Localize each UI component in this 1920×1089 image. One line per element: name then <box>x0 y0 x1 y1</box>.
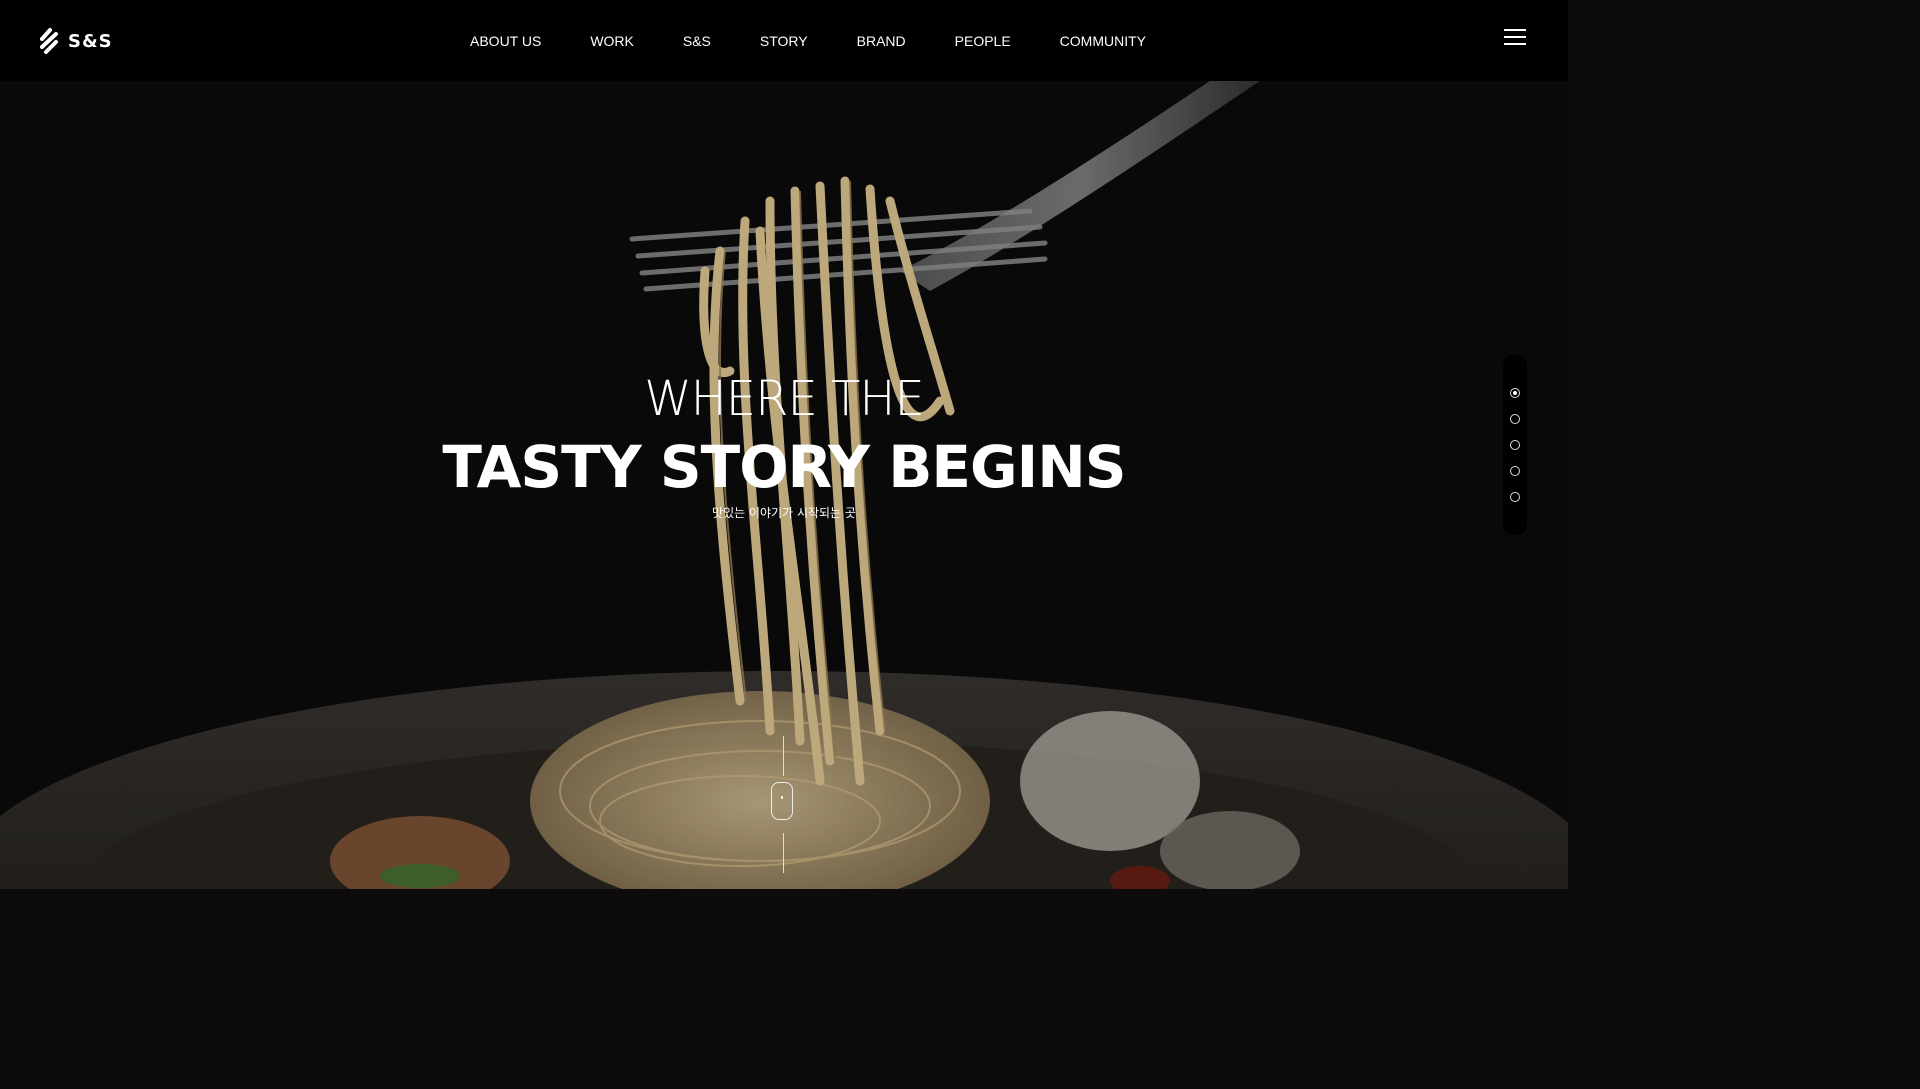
hero-title-line1: WHERE THE <box>644 371 925 427</box>
hamburger-menu-icon[interactable] <box>1504 29 1526 47</box>
scroll-line-bottom <box>783 833 784 873</box>
nav-community[interactable]: COMMUNITY <box>1060 33 1146 51</box>
section-pager <box>1503 355 1527 535</box>
main-nav: ABOUT US WORK S&S STORY BRAND PEOPLE COM… <box>470 33 1146 51</box>
logo-text: S&S <box>68 30 113 52</box>
pager-dot-3[interactable] <box>1510 440 1520 450</box>
site-header: S&S ABOUT US WORK S&S STORY BRAND PEOPLE… <box>0 0 1568 81</box>
nav-people[interactable]: PEOPLE <box>955 33 1011 51</box>
mouse-scroll-icon[interactable] <box>771 782 793 820</box>
scroll-line-top <box>783 736 784 776</box>
site-logo[interactable]: S&S <box>40 28 113 54</box>
hero-subtitle: 맛있는 이야기가 시작되는 곳 <box>712 506 856 520</box>
nav-s-and-s[interactable]: S&S <box>683 33 711 51</box>
nav-about-us[interactable]: ABOUT US <box>470 33 541 51</box>
nav-brand[interactable]: BRAND <box>857 33 906 51</box>
nav-story[interactable]: STORY <box>760 33 808 51</box>
hero-title-line2: TASTY STORY BEGINS <box>442 433 1126 501</box>
nav-work[interactable]: WORK <box>590 33 634 51</box>
pager-dot-5[interactable] <box>1510 492 1520 502</box>
hero-section: WHERE THE TASTY STORY BEGINS 맛있는 이야기가 시작… <box>0 81 1568 889</box>
pager-dot-4[interactable] <box>1510 466 1520 476</box>
logo-mark-icon <box>40 28 58 54</box>
pager-dot-1[interactable] <box>1510 388 1520 398</box>
pager-dot-2[interactable] <box>1510 414 1520 424</box>
